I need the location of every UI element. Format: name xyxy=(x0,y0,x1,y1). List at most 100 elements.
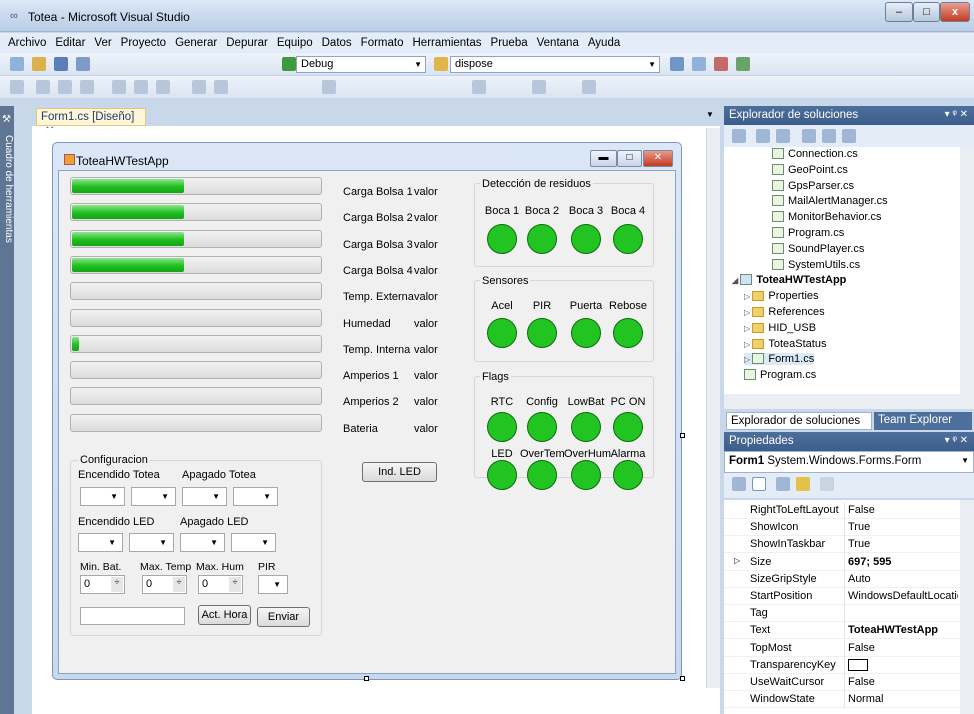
save-all-icon[interactable] xyxy=(76,57,90,71)
tree-expander-icon[interactable]: ▷ xyxy=(744,355,752,364)
tree-item[interactable]: MailAlertManager.cs xyxy=(772,195,888,207)
property-value[interactable]: False xyxy=(848,676,958,688)
find-combo[interactable]: dispose ▼ xyxy=(450,56,660,73)
menu-item-datos[interactable]: Datos xyxy=(322,37,352,49)
tree-expander-icon[interactable]: ▷ xyxy=(744,292,752,301)
center-horizontally-icon[interactable] xyxy=(472,80,486,94)
encendido-totea-hour-select[interactable] xyxy=(80,487,125,506)
property-pages-icon[interactable] xyxy=(820,477,834,491)
new-project-icon[interactable] xyxy=(10,57,24,71)
tree-item[interactable]: ◢ ToteaHWTestApp xyxy=(732,274,846,286)
make-same-size-icon[interactable] xyxy=(192,80,206,94)
align-left-icon[interactable] xyxy=(36,80,50,94)
encendido-led-minute-select[interactable] xyxy=(129,533,174,552)
categorized-icon[interactable] xyxy=(732,477,746,491)
view-designer-icon[interactable] xyxy=(822,129,836,143)
properties-view-toggle-icon[interactable] xyxy=(776,477,790,491)
view-code-icon[interactable] xyxy=(802,129,816,143)
menu-item-prueba[interactable]: Prueba xyxy=(491,37,528,49)
menu-item-archivo[interactable]: Archivo xyxy=(8,37,46,49)
property-value[interactable]: ToteaHWTestApp xyxy=(848,624,958,636)
property-row[interactable]: ShowIcon True xyxy=(724,519,960,537)
property-row[interactable]: RightToLeftLayout False xyxy=(724,502,960,519)
align-right-icon[interactable] xyxy=(80,80,94,94)
apagado-totea-minute-select[interactable] xyxy=(233,487,278,506)
bring-to-front-icon[interactable] xyxy=(532,80,546,94)
tree-item[interactable]: GpsParser.cs xyxy=(772,179,854,192)
show-all-files-icon[interactable] xyxy=(756,129,770,143)
property-value[interactable]: False xyxy=(848,504,958,516)
menu-item-equipo[interactable]: Equipo xyxy=(277,37,313,49)
form-close-button[interactable]: ✕ xyxy=(643,150,673,167)
max-temp-stepper[interactable]: 0 xyxy=(142,575,187,594)
tree-item[interactable]: Program.cs xyxy=(744,369,816,381)
toolbox-pin-icon[interactable]: ⚒ xyxy=(2,114,11,125)
designer-vertical-scrollbar[interactable] xyxy=(706,128,720,688)
property-value[interactable]: True xyxy=(848,521,958,533)
property-value[interactable]: WindowsDefaultLocation xyxy=(848,590,958,602)
property-row[interactable]: ShowInTaskbar True xyxy=(724,536,960,554)
maximize-button[interactable]: □ xyxy=(913,2,940,22)
menu-item-proyecto[interactable]: Proyecto xyxy=(121,37,166,49)
property-value[interactable]: True xyxy=(848,538,958,550)
property-value[interactable]: False xyxy=(848,642,958,654)
property-row[interactable]: Tag xyxy=(724,605,960,623)
form-minimize-button[interactable]: ▬ xyxy=(590,150,617,167)
resize-handle-corner[interactable] xyxy=(680,676,685,681)
align-bottom-icon[interactable] xyxy=(156,80,170,94)
property-value[interactable]: Auto xyxy=(848,573,958,585)
tree-item[interactable]: Program.cs xyxy=(772,227,844,239)
toolbox-label[interactable]: Cuadro de herramientas xyxy=(2,135,14,243)
spacing-icon[interactable] xyxy=(322,80,336,94)
class-diagram-icon[interactable] xyxy=(842,129,856,143)
ind-led-button[interactable]: Ind. LED xyxy=(362,462,437,482)
apagado-led-hour-select[interactable] xyxy=(180,533,225,552)
tab-form1-design[interactable]: Form1.cs [Diseño] ✕ xyxy=(36,108,146,137)
max-hum-stepper[interactable]: 0 xyxy=(198,575,243,594)
pir-select[interactable] xyxy=(258,575,288,594)
tree-item[interactable]: ▷ Form1.cs xyxy=(744,353,815,366)
solution-tree-vertical-scrollbar[interactable] xyxy=(960,147,974,394)
refresh-icon[interactable] xyxy=(776,129,790,143)
min-bat-stepper[interactable]: 0 xyxy=(80,575,125,594)
close-button[interactable]: x xyxy=(940,2,970,22)
menu-item-ver[interactable]: Ver xyxy=(94,37,111,49)
property-row[interactable]: Text ToteaHWTestApp xyxy=(724,622,960,640)
object-browser-icon[interactable] xyxy=(736,57,750,71)
events-icon[interactable] xyxy=(796,477,810,491)
property-row[interactable]: UseWaitCursor False xyxy=(724,674,960,691)
hora-input[interactable] xyxy=(80,607,185,625)
save-icon[interactable] xyxy=(54,57,68,71)
tab-order-icon[interactable] xyxy=(582,80,596,94)
alphabetical-icon[interactable] xyxy=(752,477,766,491)
property-row[interactable]: StartPosition WindowsDefaultLocation xyxy=(724,588,960,605)
minimize-button[interactable]: ‒ xyxy=(885,2,913,22)
encendido-led-hour-select[interactable] xyxy=(78,533,123,552)
tree-expander-icon[interactable]: ▷ xyxy=(744,308,752,317)
apagado-led-minute-select[interactable] xyxy=(231,533,276,552)
align-grid-icon[interactable] xyxy=(10,80,24,94)
property-value[interactable]: 697; 595 xyxy=(848,556,958,568)
act-hora-button[interactable]: Act. Hora xyxy=(198,605,251,625)
encendido-totea-minute-select[interactable] xyxy=(131,487,176,506)
property-expander-icon[interactable]: ▷ xyxy=(734,556,740,565)
toolbox-icon[interactable] xyxy=(714,57,728,71)
property-row[interactable]: TransparencyKey xyxy=(724,656,960,674)
align-center-icon[interactable] xyxy=(58,80,72,94)
open-icon[interactable] xyxy=(32,57,46,71)
tree-expander-icon[interactable]: ▷ xyxy=(744,324,752,333)
property-row[interactable]: WindowState Normal xyxy=(724,691,960,709)
tab-solution-explorer[interactable]: Explorador de soluciones xyxy=(726,412,872,430)
resize-handle-bottom[interactable] xyxy=(364,676,369,681)
menu-item-generar[interactable]: Generar xyxy=(175,37,217,49)
property-row[interactable]: ▷ Size 697; 595 xyxy=(724,553,960,571)
enviar-button[interactable]: Enviar xyxy=(257,607,310,627)
properties-pin-icon[interactable]: ▾ ᵠ ✕ xyxy=(945,435,968,446)
size-to-grid-icon[interactable] xyxy=(214,80,228,94)
property-value[interactable]: Normal xyxy=(848,693,958,705)
properties-object-select[interactable]: Form1 System.Windows.Forms.Form ▼ xyxy=(724,451,974,473)
align-middle-icon[interactable] xyxy=(134,80,148,94)
solution-tree-horizontal-scrollbar[interactable] xyxy=(724,394,974,409)
tree-item[interactable]: SystemUtils.cs xyxy=(772,258,860,271)
menu-item-depurar[interactable]: Depurar xyxy=(226,37,268,49)
